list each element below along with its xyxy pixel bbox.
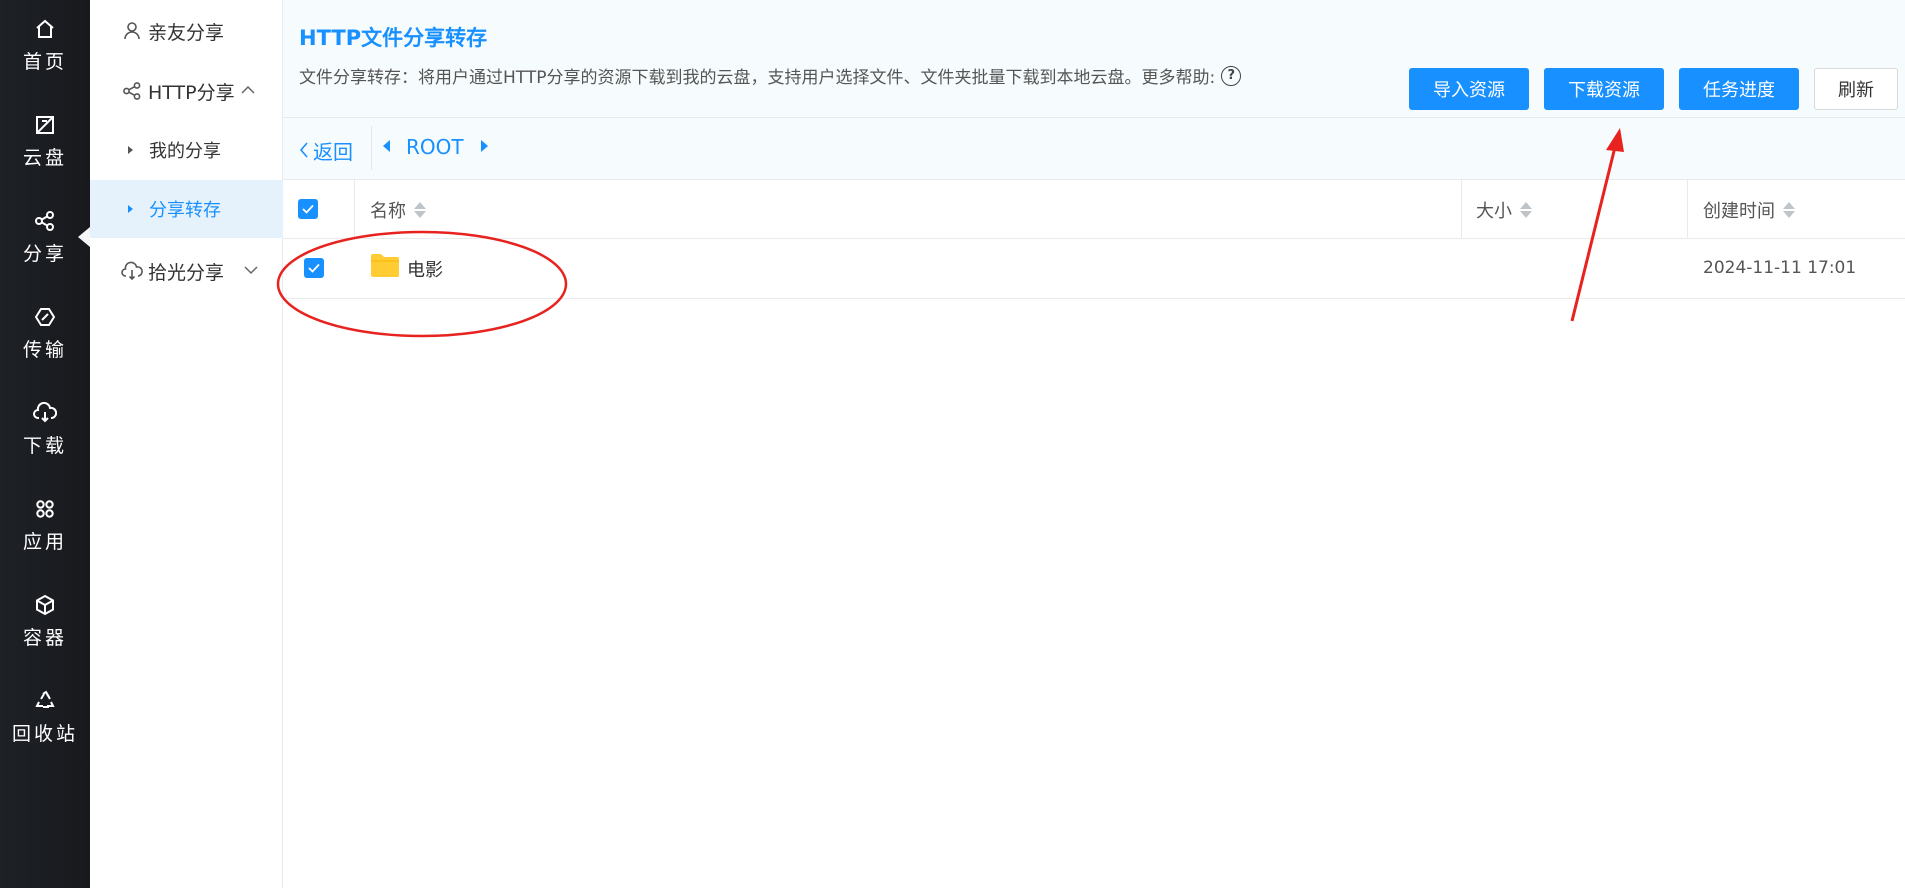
sidebar-item-my-share-label: 我的分享 — [149, 141, 221, 162]
column-header-name[interactable]: 名称 — [370, 197, 426, 223]
file-name[interactable]: 电影 — [407, 256, 443, 282]
cloud-download-icon — [120, 259, 144, 283]
transfer-icon — [33, 305, 57, 329]
column-divider — [1461, 180, 1462, 239]
folder-icon — [370, 253, 400, 278]
sidebar-item-shiguang-share[interactable]: 拾光分享 — [90, 242, 283, 300]
column-divider — [1687, 180, 1688, 239]
column-header-name-label: 名称 — [370, 201, 406, 222]
nav-download-label: 下载 — [22, 434, 67, 457]
app-root: 首页 云盘 分享 传输 下载 应用 容器 回收站 亲友分享 HTTP分享 我的分… — [0, 0, 1905, 888]
sort-icon — [1520, 202, 1532, 218]
download-resource-button[interactable]: 下载资源 — [1544, 68, 1664, 110]
nav-container[interactable]: 容器 — [0, 579, 90, 663]
page-header: HTTP文件分享转存 文件分享转存：将用户通过HTTP分享的资源下载到我的云盘，… — [283, 0, 1905, 118]
import-resource-button[interactable]: 导入资源 — [1409, 68, 1529, 110]
breadcrumb-root[interactable]: ROOT — [406, 135, 464, 159]
table-header: 名称 大小 创建时间 — [283, 180, 1905, 239]
sidebar-item-shiguang-share-label: 拾光分享 — [148, 261, 225, 284]
column-header-size[interactable]: 大小 — [1476, 197, 1532, 223]
nav-apps[interactable]: 应用 — [0, 483, 90, 567]
back-label: 返回 — [313, 140, 353, 164]
breadcrumb-next-arrow[interactable] — [481, 140, 488, 152]
caret-right-icon — [128, 205, 133, 213]
user-icon — [120, 19, 144, 43]
column-header-created[interactable]: 创建时间 — [1703, 197, 1795, 223]
back-button[interactable]: 返回 — [299, 136, 353, 165]
apps-icon — [33, 497, 57, 521]
share-sidebar: 亲友分享 HTTP分享 我的分享 分享转存 拾光分享 — [90, 0, 283, 888]
download-icon — [33, 401, 57, 425]
home-icon — [33, 17, 57, 41]
share-icon — [120, 79, 144, 103]
sidebar-item-friend-share[interactable]: 亲友分享 — [90, 2, 283, 60]
column-header-created-label: 创建时间 — [1703, 201, 1775, 222]
chevron-up-icon — [241, 83, 255, 99]
row-checkbox[interactable] — [304, 258, 324, 278]
sidebar-item-http-share-label: HTTP分享 — [148, 81, 235, 104]
nav-share[interactable]: 分享 — [0, 195, 90, 279]
page-title: HTTP文件分享转存 — [299, 26, 488, 50]
container-icon — [33, 593, 57, 617]
nav-home-label: 首页 — [22, 50, 67, 73]
breadcrumb-divider — [371, 126, 372, 170]
nav-transfer[interactable]: 传输 — [0, 291, 90, 375]
refresh-button[interactable]: 刷新 — [1814, 68, 1898, 110]
main-nav-rail: 首页 云盘 分享 传输 下载 应用 容器 回收站 — [0, 0, 90, 888]
page-description-text: 文件分享转存：将用户通过HTTP分享的资源下载到我的云盘，支持用户选择文件、文件… — [299, 68, 1216, 88]
nav-cloud-disk-label: 云盘 — [22, 146, 67, 169]
nav-recycle[interactable]: 回收站 — [0, 675, 90, 759]
sidebar-item-share-transfer-label: 分享转存 — [149, 200, 221, 221]
caret-right-icon — [128, 146, 133, 154]
recycle-icon — [33, 689, 57, 713]
nav-download[interactable]: 下载 — [0, 387, 90, 471]
nav-transfer-label: 传输 — [22, 338, 67, 361]
page-description: 文件分享转存：将用户通过HTTP分享的资源下载到我的云盘，支持用户选择文件、文件… — [299, 63, 1242, 88]
nav-cloud-disk[interactable]: 云盘 — [0, 99, 90, 183]
sidebar-item-share-transfer[interactable]: 分享转存 — [90, 180, 283, 238]
table-row[interactable]: 电影 2024-11-11 17:01 — [283, 240, 1905, 299]
nav-share-label: 分享 — [22, 242, 67, 265]
breadcrumb-prev-arrow[interactable] — [383, 140, 390, 152]
nav-apps-label: 应用 — [22, 530, 67, 553]
sort-icon — [414, 202, 426, 218]
column-header-size-label: 大小 — [1476, 201, 1512, 222]
select-all-checkbox[interactable] — [298, 199, 318, 219]
chevron-left-icon — [299, 139, 309, 163]
chevron-down-icon — [244, 263, 258, 279]
breadcrumb: 返回 ROOT — [283, 118, 1905, 180]
nav-home[interactable]: 首页 — [0, 3, 90, 87]
cloud-disk-icon — [33, 113, 57, 137]
sidebar-item-friend-share-label: 亲友分享 — [148, 21, 225, 44]
sort-icon — [1783, 202, 1795, 218]
task-progress-button[interactable]: 任务进度 — [1679, 68, 1799, 110]
sidebar-item-http-share[interactable]: HTTP分享 — [90, 62, 283, 120]
sidebar-item-my-share[interactable]: 我的分享 — [90, 121, 283, 179]
nav-recycle-label: 回收站 — [11, 722, 78, 745]
share-icon — [33, 209, 57, 233]
file-created-time: 2024-11-11 17:01 — [1703, 258, 1857, 278]
help-icon[interactable]: ? — [1221, 65, 1242, 86]
nav-container-label: 容器 — [22, 626, 67, 649]
column-divider — [354, 180, 355, 239]
